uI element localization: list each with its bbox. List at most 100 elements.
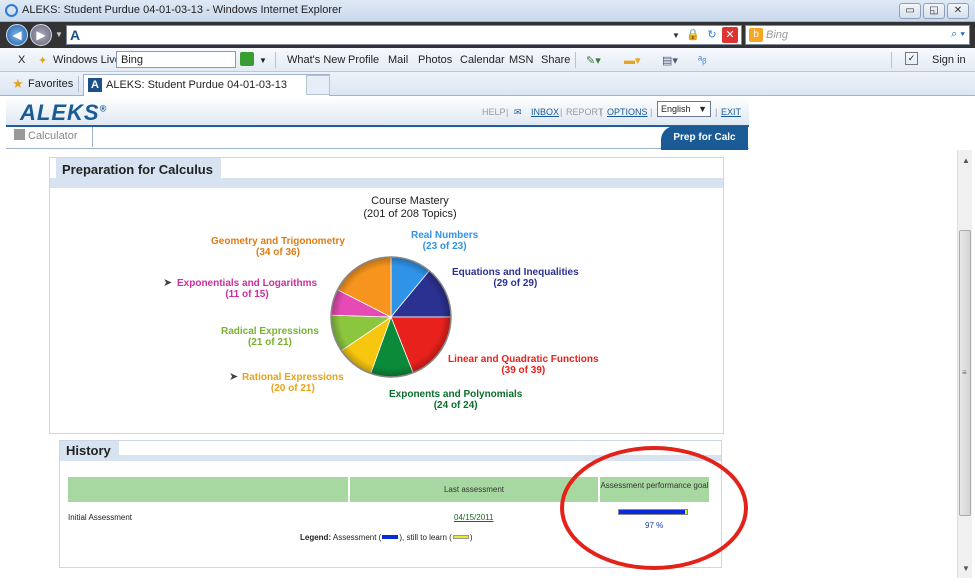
browser-tab-label: ALEKS: Student Purdue 04-01-03-13 — [106, 79, 288, 91]
report-link[interactable]: REPORT — [566, 107, 603, 117]
search-placeholder: Bing — [766, 29, 789, 41]
exit-link[interactable]: EXIT — [721, 107, 741, 117]
windows-live-toolbar: X ✦ Windows Live Bing ▼ What's New Profi… — [0, 48, 975, 72]
header-separator: | — [506, 107, 509, 117]
bing-logo-icon: b — [749, 28, 763, 42]
language-select[interactable]: English ▼ — [657, 101, 711, 117]
arrow-rational-icon: ➤ — [229, 371, 239, 383]
sign-in-link[interactable]: Sign in — [932, 54, 966, 66]
toolbar-link-msn[interactable]: MSN — [509, 54, 533, 66]
course-mastery-title: Course Mastery (201 of 208 Topics) — [330, 195, 490, 221]
options-link[interactable]: OPTIONS — [607, 107, 648, 117]
mastery-title-text: Course Mastery — [371, 195, 449, 207]
scroll-grip-icon: ≡ — [962, 368, 967, 377]
toolbar-link-profile[interactable]: Profile — [348, 54, 379, 66]
header-separator: | — [650, 107, 653, 117]
legend-still-to-learn-swatch — [452, 535, 469, 539]
address-bar: ◀ ▶ ▼ A ▼ 🔒 ↻ ✕ b Bing ⌕ ▾ — [0, 22, 975, 48]
header-separator: | — [600, 107, 603, 117]
toolbar-link-share[interactable]: Share — [541, 54, 570, 66]
course-mastery-pie[interactable] — [328, 254, 454, 380]
new-tab-button[interactable] — [306, 75, 330, 95]
arrow-exponentials-icon: ➤ — [163, 277, 173, 289]
toolbar-link-calendar[interactable]: Calendar — [460, 54, 505, 66]
red-annotation-circle — [560, 446, 748, 570]
aleks-header: ALEKS® HELP | ✉ INBOX | REPORT | OPTIONS… — [6, 97, 749, 127]
calculator-button[interactable]: Calculator — [14, 129, 78, 142]
header-separator: | — [715, 107, 718, 117]
maximize-button[interactable]: ◱ — [923, 3, 945, 19]
legend-assessment-swatch — [382, 535, 399, 539]
last-assessment-date-link[interactable]: 04/15/2011 — [454, 513, 493, 522]
toolbar-link-photos[interactable]: Photos — [418, 54, 452, 66]
stop-icon[interactable]: ✕ — [722, 27, 738, 43]
history-dropdown-icon[interactable]: ▼ — [55, 30, 63, 39]
toolbar-translate-icon[interactable]: ᵃᵦ — [698, 54, 706, 66]
chevron-down-icon: ▼ — [698, 104, 707, 114]
label-exponentials-logarithms[interactable]: Exponentials and Logarithms (11 of 15) — [177, 278, 317, 300]
toolbar-search-go-icon[interactable] — [240, 52, 254, 66]
calc-divider — [92, 127, 93, 147]
toolbar-separator — [575, 52, 576, 68]
label-linear-quadratic[interactable]: Linear and Quadratic Functions (39 of 39) — [448, 354, 599, 376]
label-exponents-polynomials[interactable]: Exponents and Polynomials (24 of 24) — [389, 389, 522, 411]
calculator-label: Calculator — [28, 130, 78, 142]
vertical-scrollbar[interactable]: ▲ ≡ ▼ — [957, 150, 972, 578]
refresh-icon[interactable]: ↻ — [704, 27, 720, 43]
favorites-button[interactable]: Favorites — [28, 78, 73, 90]
minimize-button[interactable]: ▭ — [899, 3, 921, 19]
scroll-down-icon[interactable]: ▼ — [962, 564, 970, 573]
legend-close: ) — [469, 533, 473, 542]
label-rational-expressions[interactable]: Rational Expressions (20 of 21) — [242, 372, 344, 394]
toolbar-blog-icon[interactable]: ✎▾ — [586, 54, 601, 67]
close-window-button[interactable]: ✕ — [947, 3, 969, 19]
scroll-up-icon[interactable]: ▲ — [962, 156, 970, 165]
inbox-link[interactable]: INBOX — [531, 107, 559, 117]
envelope-icon[interactable]: ✉ — [514, 107, 522, 118]
legend-label: Legend: — [300, 533, 332, 542]
browser-tab-aleks[interactable]: A ALEKS: Student Purdue 04-01-03-13 — [83, 74, 330, 96]
url-dropdown-icon[interactable]: ▼ — [672, 31, 680, 40]
language-value: English — [661, 104, 691, 114]
toolbar-search-dropdown-icon[interactable]: ▼ — [259, 56, 267, 65]
aleks-tab-icon: A — [88, 78, 102, 92]
toolbar-close-button[interactable]: X — [18, 54, 25, 66]
back-icon[interactable]: ◀ — [6, 24, 28, 46]
header-separator: | — [560, 107, 563, 117]
help-link[interactable]: HELP — [482, 107, 506, 117]
search-icon[interactable]: ⌕ ▾ — [951, 28, 965, 41]
prep-section-title: Preparation for Calculus — [56, 158, 221, 184]
label-radical-expressions[interactable]: Radical Expressions (21 of 21) — [221, 326, 319, 348]
toolbar-form-icon[interactable]: ▤▾ — [662, 54, 678, 67]
windows-live-label[interactable]: Windows Live — [53, 54, 121, 66]
search-input[interactable]: b Bing ⌕ ▾ — [745, 25, 970, 45]
toolbar-link-mail[interactable]: Mail — [388, 54, 408, 66]
windows-live-icon: ✦ — [38, 55, 48, 67]
row-initial-assessment: Initial Assessment — [68, 513, 133, 522]
toolbar-separator — [275, 52, 276, 68]
label-real-numbers[interactable]: Real Numbers (23 of 23) — [411, 230, 478, 252]
history-header-blank — [68, 477, 348, 502]
forward-icon[interactable]: ▶ — [30, 24, 52, 46]
toolbar-link-whats-new[interactable]: What's New — [287, 54, 345, 66]
label-equations-inequalities[interactable]: Equations and Inequalities (29 of 29) — [452, 267, 579, 289]
toolbar-highlight-icon[interactable]: ▬▾ — [624, 54, 641, 67]
window-title: ALEKS: Student Purdue 04-01-03-13 - Wind… — [22, 4, 342, 16]
favorites-star-icon[interactable]: ★ — [12, 76, 24, 92]
calculator-icon — [14, 129, 25, 140]
calculator-bar: Calculator — [6, 127, 749, 149]
favbar-separator — [78, 76, 79, 92]
toolbar-search-value: Bing — [121, 54, 144, 66]
aleks-logo: ALEKS® — [20, 100, 108, 125]
favorites-bar: ★ Favorites A ALEKS: Student Purdue 04-0… — [0, 72, 975, 96]
course-tab-prep-for-calc[interactable]: Prep for Calc — [661, 126, 748, 150]
url-input[interactable]: A ▼ 🔒 ↻ ✕ — [66, 25, 742, 45]
mastery-count-text: (201 of 208 Topics) — [363, 208, 457, 220]
legend-still-to-learn-text: ), still to learn ( — [399, 533, 452, 542]
history-title: History — [60, 441, 119, 461]
lock-icon[interactable]: 🔒 — [685, 27, 701, 43]
toolbar-search-field[interactable]: Bing — [116, 51, 236, 68]
toolbar-check-icon[interactable]: ✓ — [905, 52, 918, 65]
label-geometry-trigonometry[interactable]: Geometry and Trigonometry (34 of 36) — [211, 236, 345, 258]
legend-assessment-text: Assessment ( — [332, 533, 382, 542]
